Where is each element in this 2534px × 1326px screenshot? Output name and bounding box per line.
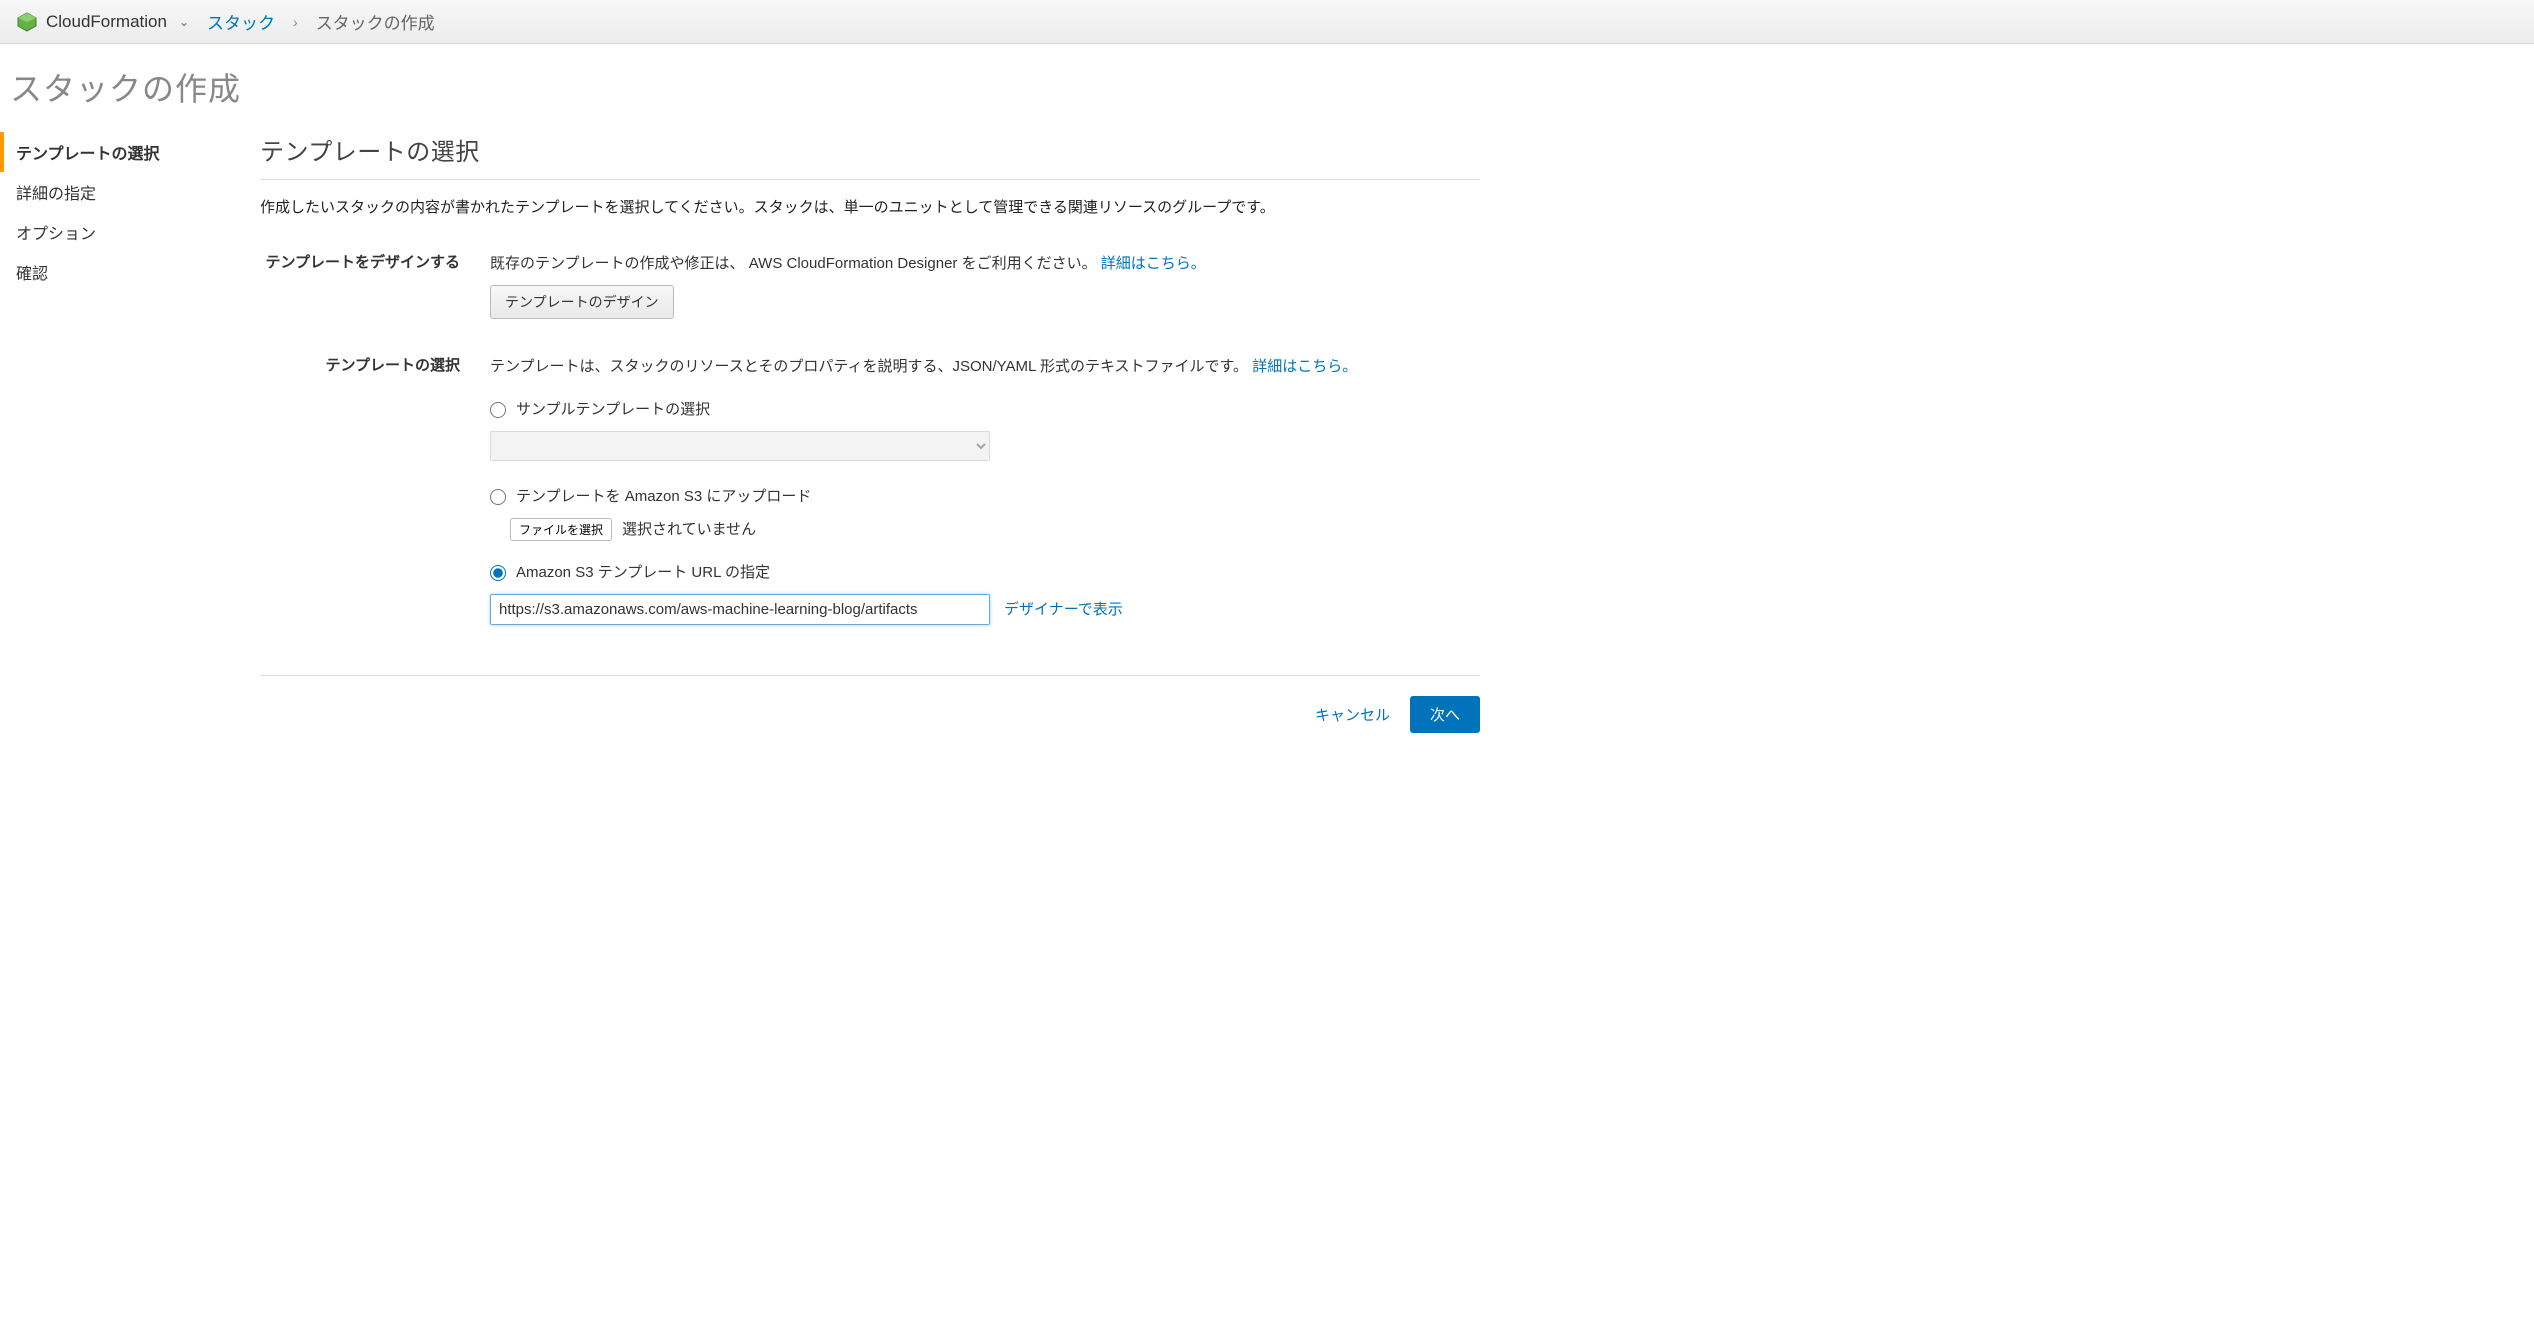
sample-template-select[interactable] xyxy=(490,431,990,461)
radio-s3url-label[interactable]: Amazon S3 テンプレート URL の指定 xyxy=(516,559,770,586)
radio-row-s3url: Amazon S3 テンプレート URL の指定 xyxy=(490,559,1480,586)
select-template-row: テンプレートの選択 テンプレートは、スタックのリソースとそのプロパティを説明する… xyxy=(260,353,1480,625)
radio-upload-s3[interactable] xyxy=(490,489,506,505)
design-template-text: 既存のテンプレートの作成や修正は、 AWS CloudFormation Des… xyxy=(490,255,1097,272)
s3-url-row: デザイナーで表示 xyxy=(490,594,1480,625)
service-name: CloudFormation xyxy=(46,12,167,32)
cloudformation-icon xyxy=(16,11,38,33)
chevron-down-icon: ⌄ xyxy=(179,15,189,29)
wizard-sidebar: テンプレートの選択 詳細の指定 オプション 確認 xyxy=(0,124,240,773)
main-content: テンプレートの選択 作成したいスタックの内容が書かれたテンプレートを選択してくだ… xyxy=(240,124,1500,773)
breadcrumb-link-stacks[interactable]: スタック xyxy=(207,9,275,34)
design-template-button[interactable]: テンプレートのデザイン xyxy=(490,285,674,319)
radio-s3-url[interactable] xyxy=(490,565,506,581)
top-breadcrumb-bar: CloudFormation ⌄ スタック › スタックの作成 xyxy=(0,0,2534,44)
next-button[interactable]: 次へ xyxy=(1410,696,1480,733)
design-template-row: テンプレートをデザインする 既存のテンプレートの作成や修正は、 AWS Clou… xyxy=(260,250,1480,319)
sidebar-item-label: オプション xyxy=(16,226,96,243)
wizard-footer: キャンセル 次へ xyxy=(260,675,1480,733)
section-description: 作成したいスタックの内容が書かれたテンプレートを選択してください。スタックは、単… xyxy=(260,180,1480,250)
radio-upload-label[interactable]: テンプレートを Amazon S3 にアップロード xyxy=(516,483,811,510)
radio-row-sample: サンプルテンプレートの選択 xyxy=(490,396,1480,423)
design-details-link[interactable]: 詳細はこちら。 xyxy=(1101,255,1206,272)
sidebar-item-details[interactable]: 詳細の指定 xyxy=(0,172,240,212)
view-in-designer-link[interactable]: デザイナーで表示 xyxy=(1004,596,1123,623)
radio-row-upload: テンプレートを Amazon S3 にアップロード xyxy=(490,483,1480,510)
service-selector[interactable]: CloudFormation ⌄ xyxy=(16,11,189,33)
page-title: スタックの作成 xyxy=(0,44,2534,124)
sidebar-item-confirm[interactable]: 確認 xyxy=(0,252,240,292)
cancel-button[interactable]: キャンセル xyxy=(1315,704,1390,725)
breadcrumb-current: スタックの作成 xyxy=(316,9,435,34)
file-upload-row: ファイルを選択 選択されていません xyxy=(510,516,1480,543)
sidebar-item-options[interactable]: オプション xyxy=(0,212,240,252)
sidebar-item-label: 詳細の指定 xyxy=(16,186,96,203)
breadcrumb-separator: › xyxy=(293,14,298,30)
section-title: テンプレートの選択 xyxy=(260,124,1480,180)
select-template-text: テンプレートは、スタックのリソースとそのプロパティを説明する、JSON/YAML… xyxy=(490,358,1248,375)
sidebar-item-label: 確認 xyxy=(16,266,48,283)
design-template-label: テンプレートをデザインする xyxy=(260,250,460,319)
s3-url-input[interactable] xyxy=(490,594,990,625)
select-details-link[interactable]: 詳細はこちら。 xyxy=(1252,358,1357,375)
radio-sample-template[interactable] xyxy=(490,402,506,418)
choose-file-button[interactable]: ファイルを選択 xyxy=(510,518,612,541)
sidebar-item-template-select[interactable]: テンプレートの選択 xyxy=(0,132,240,172)
select-template-label: テンプレートの選択 xyxy=(260,353,460,625)
sidebar-item-label: テンプレートの選択 xyxy=(16,146,160,163)
radio-sample-label[interactable]: サンプルテンプレートの選択 xyxy=(516,396,710,423)
file-status-text: 選択されていません xyxy=(622,516,756,543)
